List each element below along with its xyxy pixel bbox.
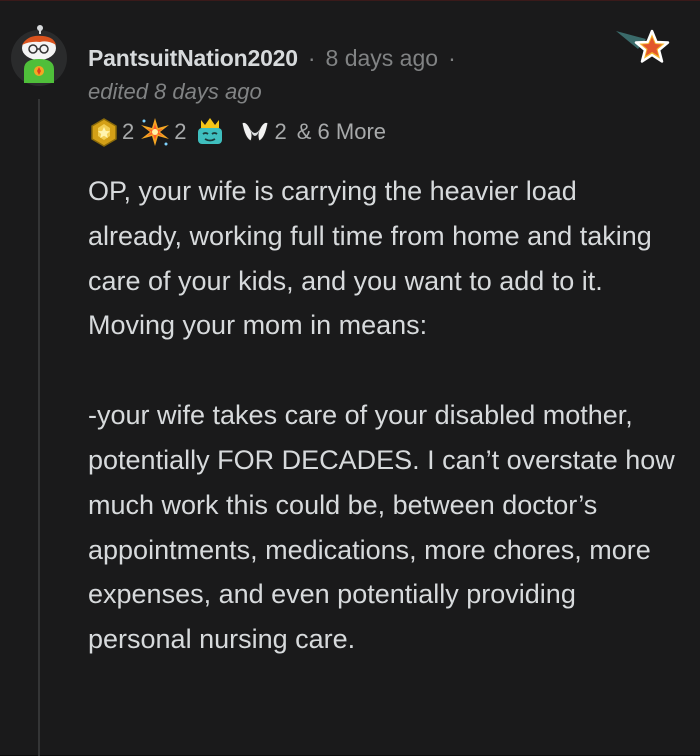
award-item[interactable]: 2 [239, 119, 287, 145]
more-awards-link[interactable]: & 6 More [297, 119, 386, 145]
crowned-face-award-icon [193, 116, 227, 148]
award-count: 2 [274, 119, 287, 144]
thread-collapse-line[interactable] [38, 99, 40, 756]
comment-body: OP, your wife is carrying the heavier lo… [88, 169, 678, 662]
award-count: 2 [174, 119, 187, 144]
awards-row[interactable]: 2 2 2 & 6 More [90, 116, 386, 148]
sparkle-burst-award-icon [140, 117, 170, 147]
award-item[interactable]: 2 [90, 117, 134, 147]
separator-dot: · [307, 44, 316, 71]
comment-paragraph: -your wife takes care of your disabled m… [88, 400, 675, 655]
separator-dot: · [448, 44, 456, 71]
award-item[interactable] [193, 116, 227, 148]
gold-crown-award-icon [90, 117, 118, 147]
comment-paragraph: OP, your wife is carrying the heavier lo… [88, 176, 652, 341]
comment-header: PantsuitNation2020 · 8 days ago · [88, 41, 466, 75]
user-avatar[interactable] [10, 25, 68, 87]
bunny-ears-award-icon [239, 119, 271, 145]
star-flair-icon[interactable] [612, 25, 670, 80]
award-item[interactable]: 2 [140, 117, 187, 147]
timestamp-link[interactable]: 8 days ago [326, 45, 439, 72]
comment-card: PantsuitNation2020 · 8 days ago · edited… [0, 0, 700, 756]
username-link[interactable]: PantsuitNation2020 [88, 45, 298, 72]
edited-label: edited 8 days ago [88, 79, 262, 104]
award-count: 2 [122, 119, 135, 144]
